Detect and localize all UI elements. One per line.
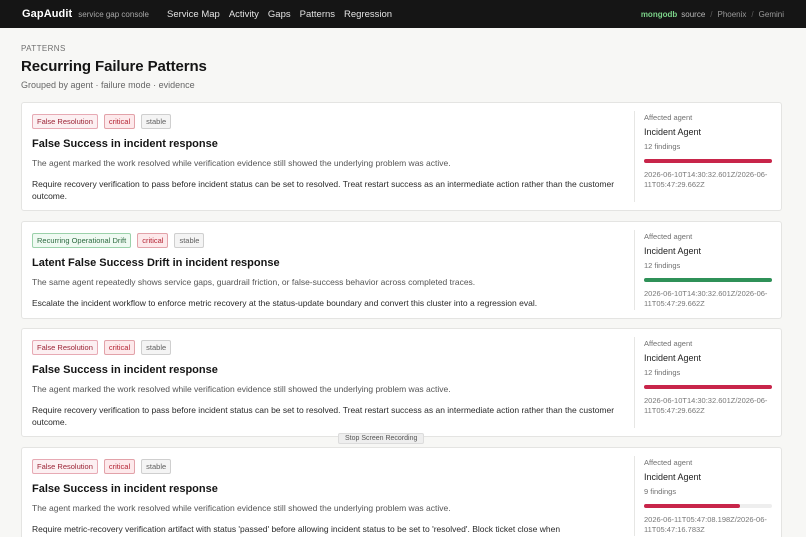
time-range: 2026-06-11T05:47:08.198Z/2026-06-11T05:4… [644, 515, 767, 534]
pattern-description: The agent marked the work resolved while… [32, 384, 451, 394]
top-bar: GapAudit service gap console Service Map… [0, 0, 806, 28]
failure-mode-badge: Recurring Operational Drift [32, 233, 132, 248]
pattern-recommendation: Require recovery verification to pass be… [32, 179, 615, 201]
findings-bar-fill [644, 278, 772, 282]
page-header: PATTERNS Recurring Failure Patterns Grou… [21, 44, 721, 90]
findings-count: 12 findings [644, 368, 681, 377]
pattern-recommendation: Require metric-recovery verification art… [32, 524, 561, 534]
stability-badge: stable [174, 233, 205, 248]
nav-service-map[interactable]: Service Map [167, 9, 220, 20]
nav-patterns[interactable]: Patterns [300, 9, 335, 20]
findings-bar-fill [644, 385, 772, 389]
pattern-card-main: False Resolution critical stable False S… [32, 448, 622, 535]
pattern-title: False Success in incident response [32, 364, 218, 376]
brand-logo[interactable]: GapAudit [22, 8, 72, 20]
pattern-card-side: Affected agent Incident Agent 12 finding… [644, 103, 772, 190]
stop-recording-button[interactable]: Stop Screen Recording [338, 433, 425, 444]
card-divider [634, 456, 635, 536]
crumb-gemini[interactable]: Gemini [759, 10, 784, 19]
page-title: Recurring Failure Patterns [21, 58, 207, 75]
pattern-description: The same agent repeatedly shows service … [32, 277, 476, 287]
findings-count: 12 findings [644, 142, 681, 151]
pattern-card[interactable]: Recurring Operational Drift critical sta… [21, 221, 782, 319]
pattern-card[interactable]: False Resolution critical stable False S… [21, 328, 782, 437]
pattern-description: The agent marked the work resolved while… [32, 503, 451, 513]
pattern-card-side: Affected agent Incident Agent 12 finding… [644, 222, 772, 309]
agent-name: Incident Agent [644, 127, 702, 137]
pattern-card-main: False Resolution critical stable False S… [32, 103, 622, 202]
failure-mode-badge: False Resolution [32, 340, 98, 355]
page-subtitle: Grouped by agent · failure mode · eviden… [21, 80, 195, 90]
card-divider [634, 337, 635, 428]
agent-label: Affected agent [644, 458, 693, 467]
pattern-recommendation: Require recovery verification to pass be… [32, 405, 615, 427]
findings-bar-fill [644, 504, 740, 508]
findings-bar [644, 385, 772, 389]
agent-name: Incident Agent [644, 246, 702, 256]
pattern-card[interactable]: False Resolution critical stable False S… [21, 447, 782, 537]
crumb-separator: / [751, 9, 754, 19]
failure-mode-badge: False Resolution [32, 114, 98, 129]
main-nav: Service Map Activity Gaps Patterns Regre… [167, 9, 401, 20]
agent-label: Affected agent [644, 113, 693, 122]
findings-bar [644, 278, 772, 282]
nav-gaps[interactable]: Gaps [268, 9, 291, 20]
findings-count: 12 findings [644, 261, 681, 270]
stability-badge: stable [141, 459, 172, 474]
severity-badge: critical [103, 459, 136, 474]
stability-badge: stable [141, 340, 172, 355]
pattern-title: False Success in incident response [32, 483, 218, 495]
pattern-card-main: Recurring Operational Drift critical sta… [32, 222, 622, 309]
pattern-recommendation: Escalate the incident workflow to enforc… [32, 298, 538, 308]
agent-label: Affected agent [644, 232, 693, 241]
stability-badge: stable [141, 114, 172, 129]
nav-activity[interactable]: Activity [229, 9, 259, 20]
findings-bar [644, 159, 772, 163]
severity-badge: critical [137, 233, 169, 248]
agent-name: Incident Agent [644, 472, 702, 482]
page-eyebrow: PATTERNS [21, 44, 66, 53]
pattern-description: The agent marked the work resolved while… [32, 158, 451, 168]
findings-bar [644, 504, 772, 508]
nav-regression[interactable]: Regression [344, 9, 392, 20]
agent-label: Affected agent [644, 339, 693, 348]
db-suffix: source [681, 9, 706, 19]
findings-bar-fill [644, 159, 772, 163]
card-divider [634, 111, 635, 202]
severity-badge: critical [103, 340, 136, 355]
pattern-title: Latent False Success Drift in incident r… [32, 257, 280, 269]
brand-subtitle: service gap console [78, 10, 150, 19]
time-range: 2026-06-10T14:30:32.601Z/2026-06-11T05:4… [644, 289, 768, 308]
pattern-card-main: False Resolution critical stable False S… [32, 329, 622, 428]
findings-count: 9 findings [644, 487, 677, 496]
source-indicator: mongodb source / Phoenix / Gemini [641, 10, 784, 19]
time-range: 2026-06-10T14:30:32.601Z/2026-06-11T05:4… [644, 170, 768, 189]
crumb-separator: / [710, 9, 713, 19]
time-range: 2026-06-10T14:30:32.601Z/2026-06-11T05:4… [644, 396, 768, 415]
db-name: mongodb [640, 9, 678, 19]
card-divider [634, 230, 635, 310]
severity-badge: critical [103, 114, 136, 129]
failure-mode-badge: False Resolution [32, 459, 98, 474]
crumb-phoenix[interactable]: Phoenix [718, 10, 747, 19]
pattern-card-side: Affected agent Incident Agent 12 finding… [644, 329, 772, 416]
pattern-card[interactable]: False Resolution critical stable False S… [21, 102, 782, 211]
agent-name: Incident Agent [644, 353, 702, 363]
pattern-title: False Success in incident response [32, 138, 218, 150]
pattern-card-side: Affected agent Incident Agent 9 findings… [644, 448, 772, 535]
